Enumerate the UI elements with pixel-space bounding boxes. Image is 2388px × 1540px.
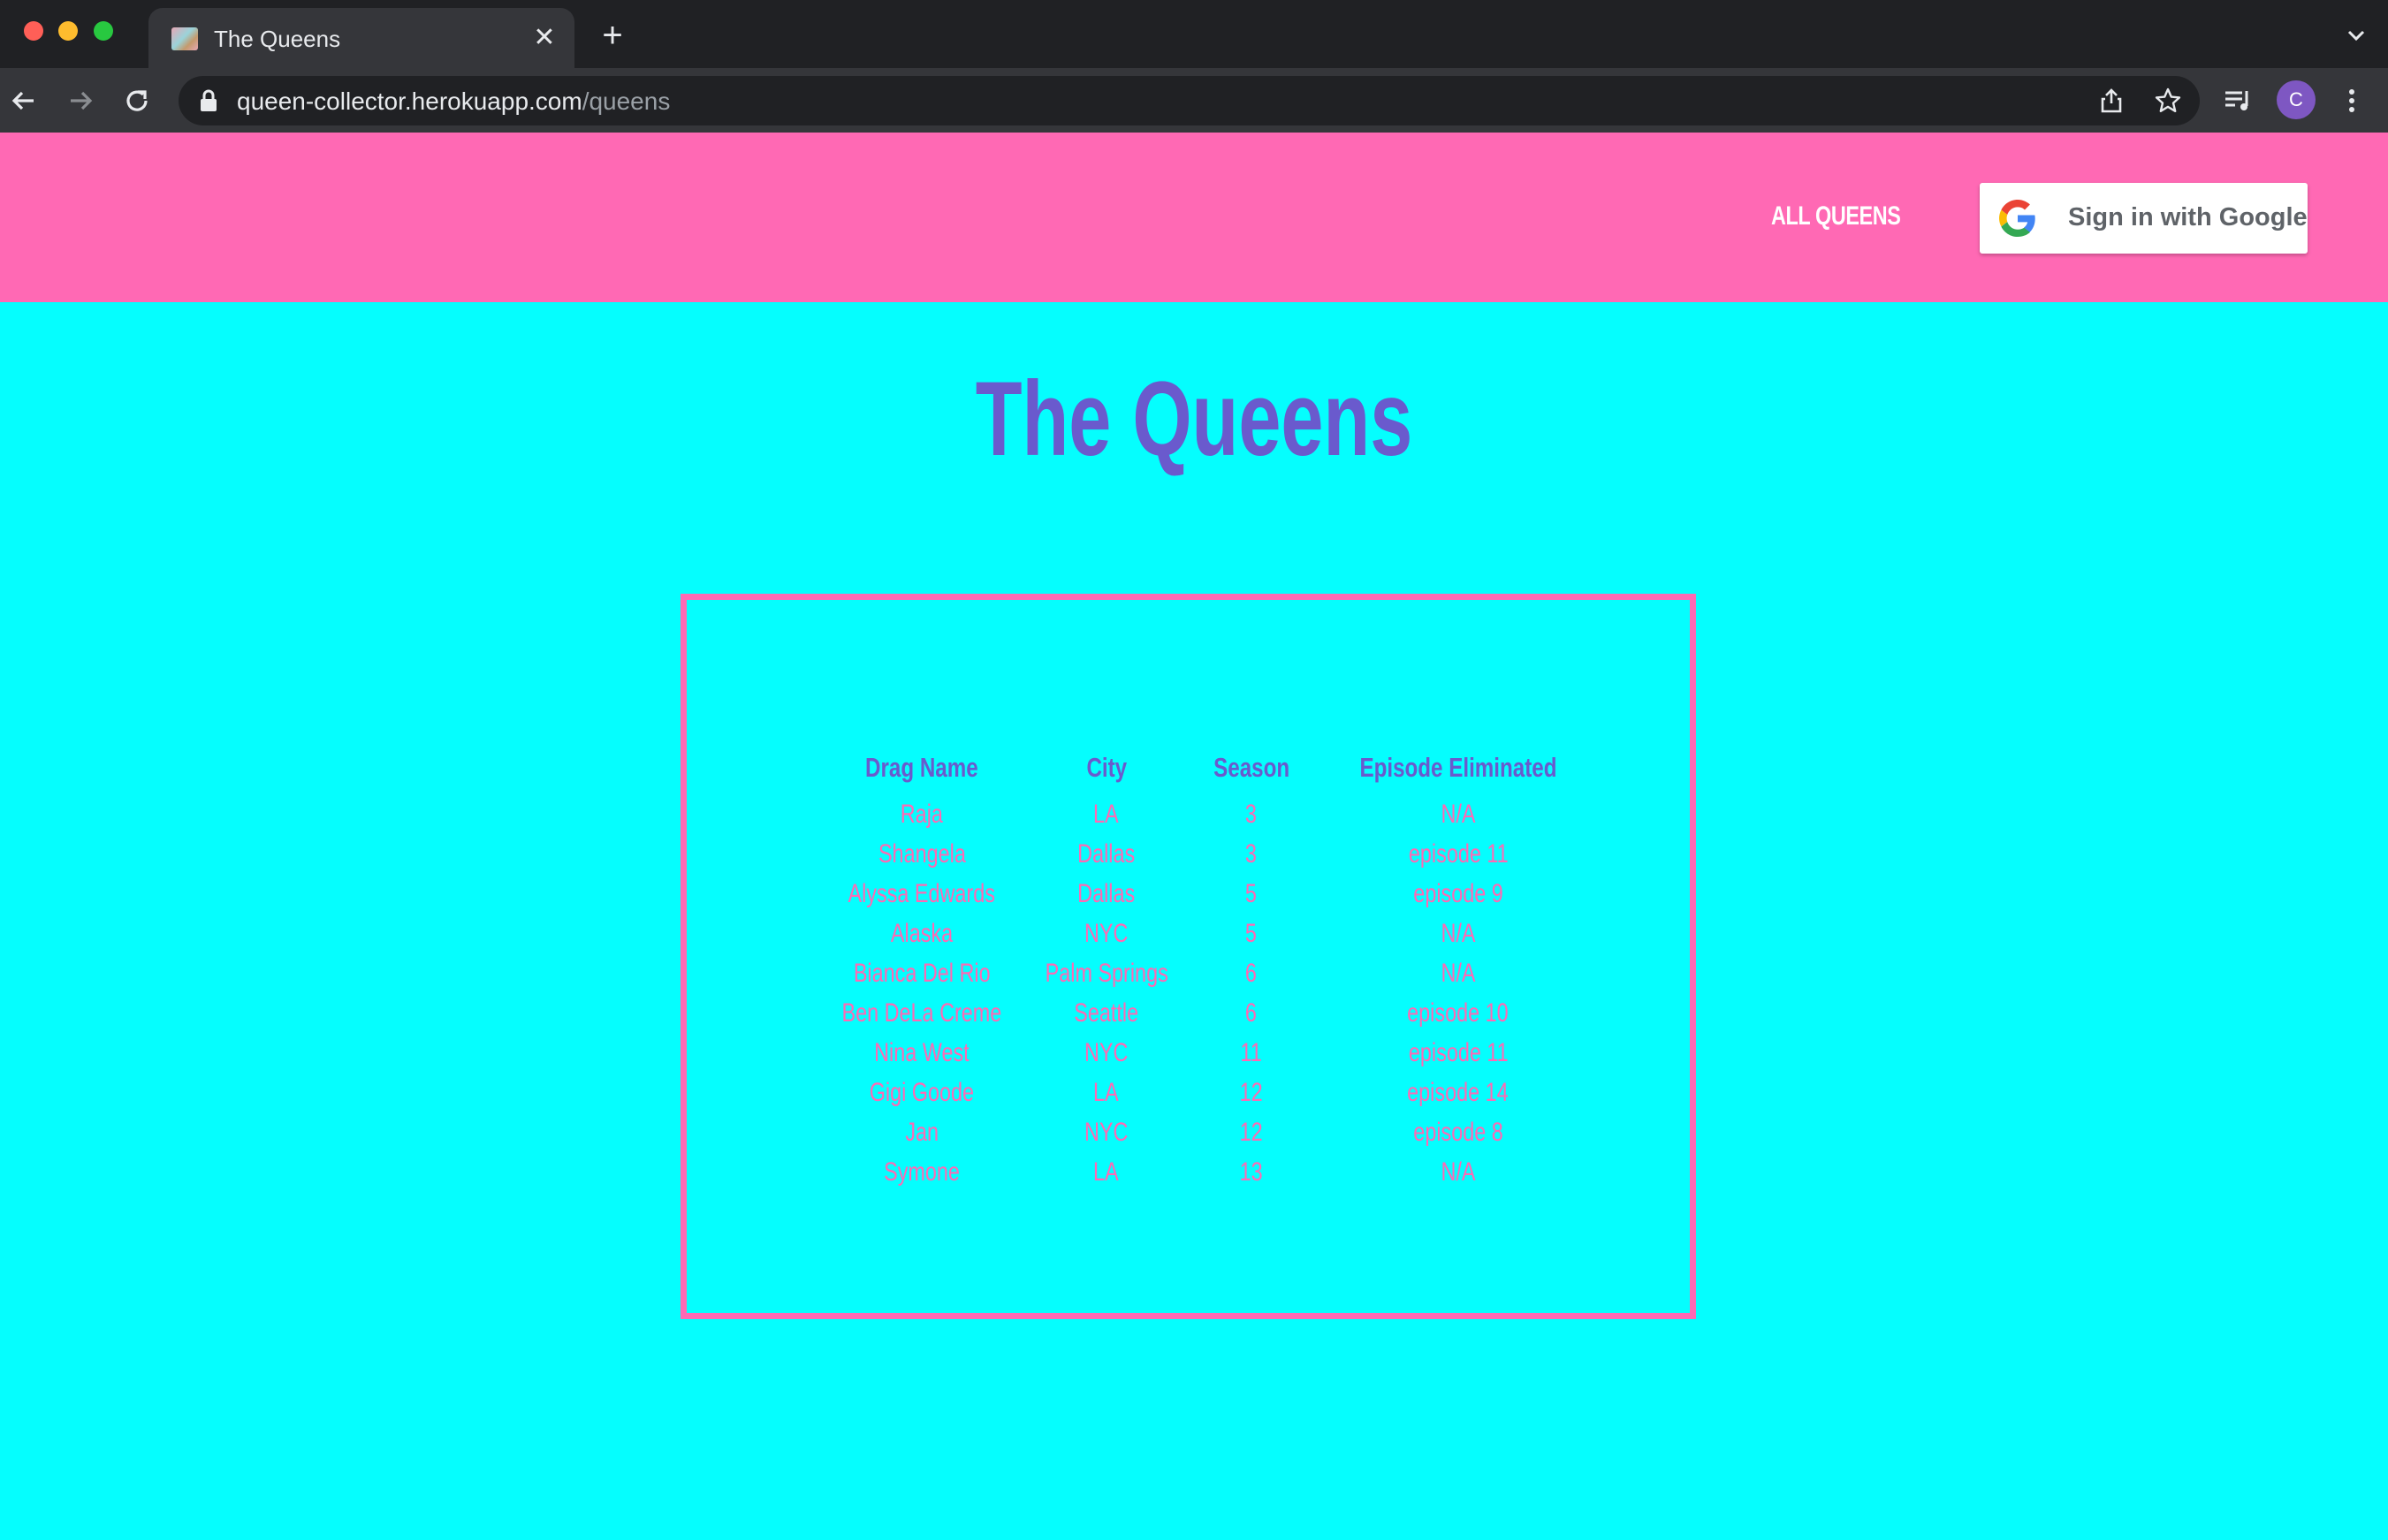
google-signin-button[interactable]: Sign in with Google — [1980, 183, 2308, 254]
cell-drag-name: Raja — [900, 799, 943, 829]
queens-table-card: Drag Name City Season Episode Eliminated… — [681, 594, 1696, 1319]
cell-drag-name: Shangela — [878, 838, 966, 869]
site-navbar: ALL QUEENS Sign in with Google — [0, 133, 2388, 302]
tab-title: The Queens — [214, 26, 341, 52]
cell-episode-eliminated: episode 14 — [1407, 1077, 1510, 1107]
table-row: Bianca Del Rio Palm Springs 6 N/A — [819, 953, 1602, 993]
cell-episode-eliminated: N/A — [1441, 1157, 1476, 1187]
column-header-season: Season — [1213, 752, 1289, 783]
cell-episode-eliminated: N/A — [1441, 799, 1476, 829]
browser-tabstrip: The Queens ✕ + — [0, 0, 2388, 68]
cell-season: 13 — [1239, 1157, 1263, 1187]
cell-episode-eliminated: episode 11 — [1408, 838, 1509, 869]
new-tab-icon[interactable]: + — [597, 18, 628, 53]
address-bar[interactable]: queen-collector.herokuapp.com/queens — [179, 76, 2200, 125]
cell-season: 3 — [1245, 799, 1258, 829]
cell-season: 6 — [1245, 998, 1258, 1028]
cell-city: Dallas — [1077, 838, 1136, 869]
browser-tab[interactable]: The Queens ✕ — [148, 8, 574, 68]
table-header-row: Drag Name City Season Episode Eliminated — [819, 741, 1602, 794]
cell-drag-name: Bianca Del Rio — [853, 958, 991, 988]
close-tab-icon[interactable]: ✕ — [529, 22, 560, 54]
cell-city: LA — [1093, 799, 1120, 829]
cell-drag-name: Symone — [883, 1157, 960, 1187]
close-window-button[interactable] — [24, 21, 43, 41]
table-row: Gigi Goode LA 12 episode 14 — [819, 1073, 1602, 1112]
cell-drag-name: Jan — [905, 1117, 939, 1147]
url-text[interactable]: queen-collector.herokuapp.com/queens — [237, 87, 670, 116]
cell-city: Seattle — [1074, 998, 1139, 1028]
column-header-drag-name: Drag Name — [865, 752, 978, 783]
table-row: Ben DeLa Creme Seattle 6 episode 10 — [819, 993, 1602, 1033]
cell-city: NYC — [1084, 918, 1129, 948]
cell-season: 5 — [1245, 878, 1258, 908]
cell-drag-name: Ben DeLa Creme — [841, 998, 1002, 1028]
share-icon[interactable] — [2095, 85, 2127, 117]
bookmark-star-icon[interactable] — [2152, 85, 2184, 117]
cell-city: LA — [1093, 1157, 1120, 1187]
cell-episode-eliminated: episode 9 — [1413, 878, 1503, 908]
page-title: The Queens — [975, 360, 1413, 478]
minimize-window-button[interactable] — [58, 21, 78, 41]
cell-drag-name: Alaska — [890, 918, 954, 948]
table-row: Alaska NYC 5 N/A — [819, 914, 1602, 953]
cell-city: Palm Springs — [1045, 958, 1168, 988]
profile-avatar[interactable]: C — [2277, 80, 2316, 119]
cell-season: 12 — [1239, 1077, 1263, 1107]
cell-season: 12 — [1239, 1117, 1263, 1147]
cell-drag-name: Nina West — [874, 1037, 970, 1067]
cell-episode-eliminated: episode 11 — [1408, 1037, 1509, 1067]
cell-city: NYC — [1084, 1037, 1129, 1067]
cell-city: NYC — [1084, 1117, 1129, 1147]
cell-season: 11 — [1240, 1037, 1262, 1067]
cell-city: Dallas — [1077, 878, 1136, 908]
cell-episode-eliminated: episode 8 — [1413, 1117, 1503, 1147]
cell-episode-eliminated: episode 10 — [1407, 998, 1510, 1028]
back-arrow-icon[interactable] — [4, 80, 44, 121]
reload-icon[interactable] — [117, 80, 157, 121]
table-row: Nina West NYC 11 episode 11 — [819, 1033, 1602, 1073]
media-control-icon[interactable] — [2217, 80, 2258, 121]
cell-season: 5 — [1245, 918, 1258, 948]
table-row: Raja LA 3 N/A — [819, 794, 1602, 834]
column-header-city: City — [1085, 752, 1127, 783]
browser-toolbar: queen-collector.herokuapp.com/queens — [0, 68, 2388, 133]
cell-season: 6 — [1245, 958, 1258, 988]
table-row: Jan NYC 12 episode 8 — [819, 1112, 1602, 1152]
cell-city: LA — [1093, 1077, 1120, 1107]
all-queens-link[interactable]: ALL QUEENS — [1771, 201, 1901, 231]
cell-drag-name: Gigi Goode — [869, 1077, 975, 1107]
forward-arrow-icon[interactable] — [60, 80, 101, 121]
favicon-icon — [171, 27, 198, 50]
column-header-episode-eliminated: Episode Eliminated — [1359, 752, 1557, 783]
cell-episode-eliminated: N/A — [1441, 958, 1476, 988]
more-options-icon[interactable] — [2331, 80, 2372, 121]
table-row: Symone LA 13 N/A — [819, 1152, 1602, 1192]
table-row: Alyssa Edwards Dallas 5 episode 9 — [819, 874, 1602, 914]
lock-icon — [198, 89, 219, 112]
table-row: Shangela Dallas 3 episode 11 — [819, 834, 1602, 874]
maximize-window-button[interactable] — [94, 21, 113, 41]
cell-episode-eliminated: N/A — [1441, 918, 1476, 948]
google-logo-icon — [1999, 200, 2036, 237]
cell-drag-name: Alyssa Edwards — [848, 878, 996, 908]
cell-season: 3 — [1245, 838, 1258, 869]
tab-search-chevron-icon[interactable] — [2340, 19, 2372, 51]
queens-table: Drag Name City Season Episode Eliminated… — [819, 741, 1602, 1192]
google-signin-label: Sign in with Google — [2068, 203, 2308, 231]
